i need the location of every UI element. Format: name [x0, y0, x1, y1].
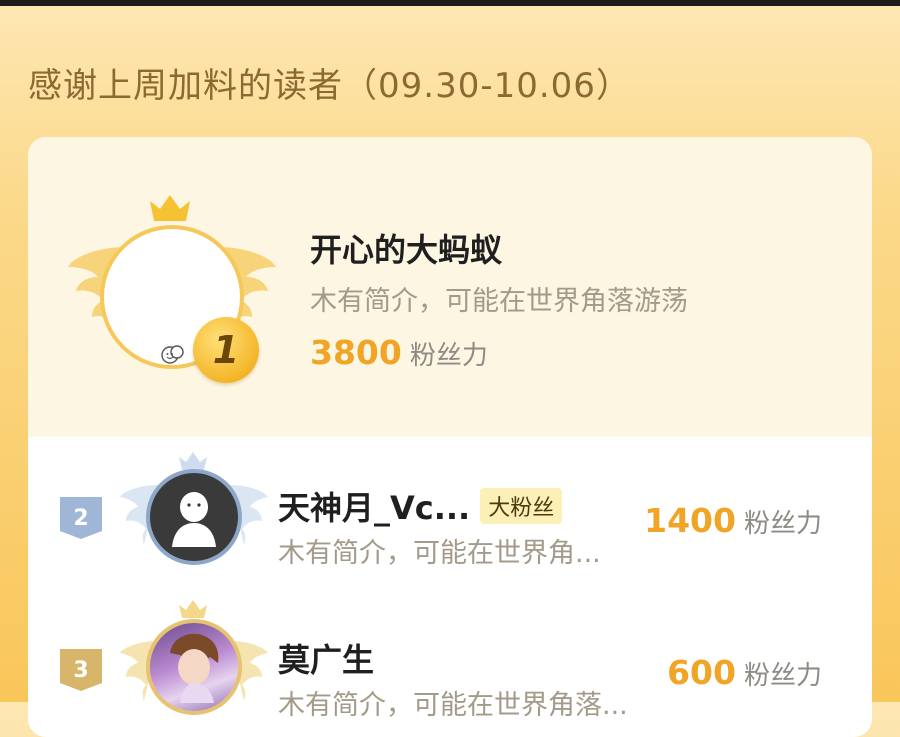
top-edge-bar	[0, 0, 900, 6]
page-title: 感谢上周加料的读者（09.30-10.06）	[28, 66, 631, 106]
username[interactable]: 莫广生	[278, 635, 374, 681]
fan-power-unit: 粉丝力	[743, 509, 822, 539]
username[interactable]: 开心的大蚂蚁	[310, 225, 502, 271]
rank-medal-icon: 1	[193, 317, 259, 383]
username[interactable]: 天神月_Vc... 大粉丝	[278, 483, 563, 529]
username-text: 天神月_Vc...	[278, 489, 471, 527]
fan-power-value: 1400	[644, 501, 736, 540]
fan-power-value: 3800	[310, 333, 402, 372]
fan-power-unit: 粉丝力	[743, 661, 822, 691]
list-item[interactable]: 2 天神月_Vc... 大粉丝 木有简介，可能在世界角... 1400 粉丝力	[28, 447, 872, 587]
default-avatar-icon	[172, 492, 216, 547]
user-bio: 木有简介，可能在世界角落游荡	[310, 286, 688, 317]
crown-icon	[150, 195, 190, 221]
anime-avatar-image	[170, 633, 219, 703]
fan-power: 600 粉丝力	[667, 653, 822, 692]
crown-icon	[179, 452, 207, 470]
fan-power-value: 600	[667, 653, 736, 692]
crown-icon	[179, 600, 207, 618]
user-bio: 木有简介，可能在世界角...	[278, 538, 601, 569]
smile-face-icon	[161, 345, 184, 364]
list-item[interactable]: 3 莫广生 木有简介，可能在世界角落... 600 粉丝力	[28, 599, 872, 737]
leaderboard-card: 1 开心的大蚂蚁 木有简介，可能在世界角落游荡 3800 粉丝力 2 天神月_V…	[28, 137, 872, 737]
avatar[interactable]	[146, 469, 242, 565]
rank-badge: 3	[60, 649, 102, 691]
fan-power: 1400 粉丝力	[644, 501, 822, 540]
first-place-entry[interactable]: 1 开心的大蚂蚁 木有简介，可能在世界角落游荡 3800 粉丝力	[28, 137, 872, 437]
rank-number: 1	[212, 328, 240, 372]
rank-number: 2	[73, 505, 89, 531]
fan-power: 3800 粉丝力	[310, 333, 488, 372]
user-bio: 木有简介，可能在世界角落...	[278, 690, 628, 721]
fan-level-badge: 大粉丝	[480, 488, 563, 524]
rank-number: 3	[73, 657, 89, 683]
fan-power-unit: 粉丝力	[409, 341, 488, 371]
avatar[interactable]	[146, 619, 242, 715]
rank-badge: 2	[60, 497, 102, 539]
